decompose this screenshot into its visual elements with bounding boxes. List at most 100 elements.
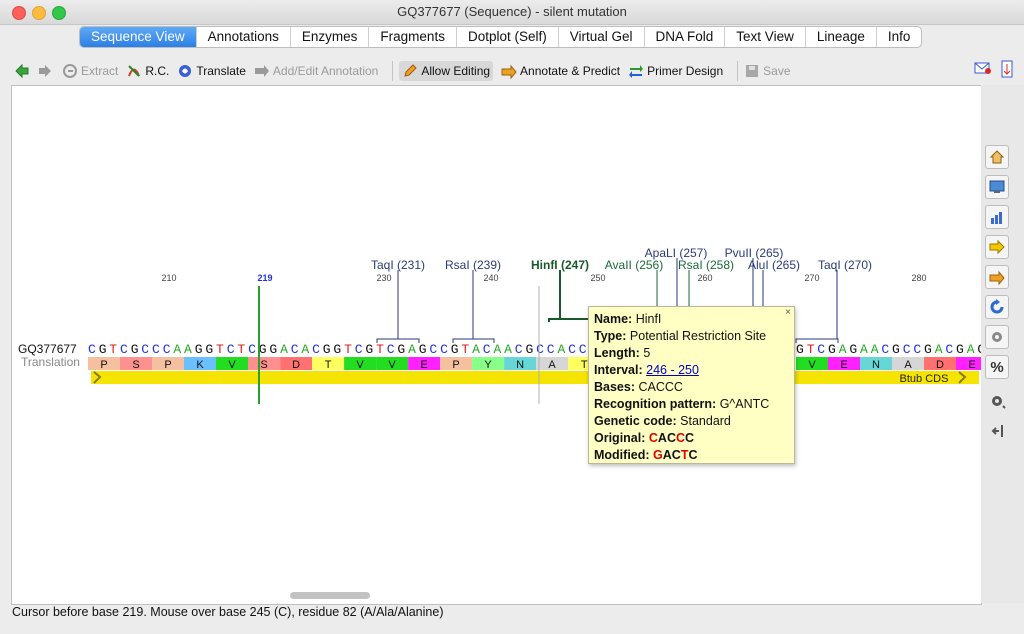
dna-base[interactable]: T — [109, 342, 117, 357]
annotate-predict-button[interactable]: Annotate & Predict — [501, 63, 620, 79]
dna-base[interactable]: A — [472, 342, 480, 357]
dna-base[interactable]: A — [494, 342, 502, 357]
extract-button[interactable]: Extract — [62, 63, 118, 79]
dna-base[interactable]: G — [419, 342, 427, 357]
tooltip-interval-link[interactable]: 246 - 250 — [646, 363, 699, 377]
tab-virtual-gel[interactable]: Virtual Gel — [559, 27, 645, 47]
tab-sequence-view[interactable]: Sequence View — [80, 27, 197, 47]
dna-base[interactable]: G — [365, 342, 373, 357]
dna-base[interactable]: G — [796, 342, 804, 357]
dna-base[interactable]: C — [903, 342, 911, 357]
back-button[interactable] — [14, 63, 33, 79]
dna-base[interactable]: C — [913, 342, 921, 357]
dna-base[interactable]: C — [515, 342, 523, 357]
tab-dna-fold[interactable]: DNA Fold — [645, 27, 726, 47]
reverse-complement-button[interactable]: R.C. — [126, 63, 169, 79]
sequence-canvas[interactable]: 210 219 230 240 250 260 270 280 TaqI (23… — [11, 85, 982, 605]
dna-base[interactable]: G — [397, 342, 405, 357]
dna-base[interactable]: G — [924, 342, 932, 357]
dna-base[interactable]: A — [558, 342, 566, 357]
add-edit-annotation-button[interactable]: Add/Edit Annotation — [254, 63, 378, 79]
dna-base[interactable]: G — [195, 342, 203, 357]
enzyme-label-rsai-258[interactable]: RsaI (258) — [678, 258, 734, 272]
tab-annotations[interactable]: Annotations — [197, 27, 291, 47]
annotate-icon[interactable] — [985, 265, 1009, 289]
dna-base[interactable]: C — [547, 342, 555, 357]
dna-base[interactable]: G — [99, 342, 107, 357]
tab-enzymes[interactable]: Enzymes — [291, 27, 370, 47]
primer-design-button[interactable]: Primer Design — [628, 63, 723, 79]
dna-base[interactable]: A — [839, 342, 847, 357]
enzyme-label-taqi-231[interactable]: TaqI (231) — [371, 258, 425, 272]
bar-chart-icon[interactable] — [985, 205, 1009, 229]
dna-base[interactable]: C — [355, 342, 363, 357]
dna-base[interactable]: T — [807, 342, 815, 357]
forward-button[interactable] — [37, 63, 56, 79]
dna-base[interactable]: T — [237, 342, 245, 357]
dna-base[interactable]: G — [205, 342, 213, 357]
dna-base[interactable]: G — [269, 342, 277, 357]
enzyme-label-rsai-239[interactable]: RsaI (239) — [445, 258, 501, 272]
dna-base[interactable]: C — [152, 342, 160, 357]
dna-base[interactable]: C — [429, 342, 437, 357]
dna-base[interactable]: G — [526, 342, 534, 357]
dna-base[interactable]: C — [945, 342, 953, 357]
dna-base[interactable]: C — [88, 342, 96, 357]
percent-icon[interactable]: % — [985, 355, 1009, 379]
dna-base[interactable]: G — [333, 342, 341, 357]
email-icon[interactable] — [974, 60, 992, 83]
dna-base[interactable]: G — [451, 342, 459, 357]
horizontal-scrollbar-thumb[interactable] — [290, 592, 370, 599]
dna-base[interactable]: A — [184, 342, 192, 357]
refresh-icon[interactable] — [985, 295, 1009, 319]
dna-base[interactable]: G — [849, 342, 857, 357]
enzyme-label-hinfi-247[interactable]: HinfI (247) — [531, 258, 589, 272]
dna-base[interactable]: A — [967, 342, 975, 357]
dna-base[interactable]: C — [141, 342, 149, 357]
dna-base[interactable]: T — [376, 342, 384, 357]
split-view-icon[interactable] — [1000, 60, 1016, 83]
dna-base[interactable]: G — [828, 342, 836, 357]
dna-bases-right[interactable]: GTCGAGAACGCCGACGAG — [796, 342, 981, 357]
tab-fragments[interactable]: Fragments — [369, 27, 457, 47]
dna-base[interactable]: G — [892, 342, 900, 357]
dna-base[interactable]: C — [387, 342, 395, 357]
dna-base[interactable]: C — [227, 342, 235, 357]
dna-base[interactable]: C — [579, 342, 587, 357]
dna-base[interactable]: C — [568, 342, 576, 357]
arrow-right-icon[interactable] — [985, 235, 1009, 259]
dna-base[interactable]: A — [860, 342, 868, 357]
dna-base[interactable]: A — [280, 342, 288, 357]
dna-base[interactable]: G — [323, 342, 331, 357]
monitor-icon[interactable] — [985, 175, 1009, 199]
tab-text-view[interactable]: Text View — [725, 27, 806, 47]
dna-base[interactable]: T — [461, 342, 469, 357]
cds-annotation[interactable]: Btub CDS — [91, 371, 979, 385]
dna-base[interactable]: T — [344, 342, 352, 357]
dna-base[interactable]: C — [881, 342, 889, 357]
tab-lineage[interactable]: Lineage — [806, 27, 877, 47]
dna-base[interactable]: C — [536, 342, 544, 357]
enzyme-label-taqi-270[interactable]: TaqI (270) — [818, 258, 872, 272]
settings-icon[interactable] — [985, 325, 1009, 349]
dna-base[interactable]: C — [248, 342, 256, 357]
dna-base[interactable]: A — [173, 342, 181, 357]
tab-dotplot[interactable]: Dotplot (Self) — [457, 27, 559, 47]
dna-base[interactable]: A — [935, 342, 943, 357]
dna-base[interactable]: C — [120, 342, 128, 357]
dna-base[interactable]: C — [440, 342, 448, 357]
dna-base[interactable]: C — [312, 342, 320, 357]
dna-base[interactable]: A — [408, 342, 416, 357]
allow-editing-button[interactable]: Allow Editing — [399, 61, 494, 81]
enzyme-label-alui-265[interactable]: AluI (265) — [748, 258, 800, 272]
dna-base[interactable]: A — [301, 342, 309, 357]
dna-bases-left[interactable]: CGTCGCCCAAGGTCTCGGACACGGTCGTCGAGCCGTACAA… — [88, 342, 587, 357]
enzyme-label-avaii-256[interactable]: AvaII (256) — [605, 258, 663, 272]
dna-base[interactable]: C — [817, 342, 825, 357]
collapse-panel-icon[interactable] — [990, 423, 1006, 444]
home-icon[interactable] — [985, 145, 1009, 169]
translate-button[interactable]: Translate — [177, 63, 246, 79]
dna-base[interactable]: G — [956, 342, 964, 357]
tooltip-close-icon[interactable]: × — [785, 307, 791, 318]
dna-base[interactable]: T — [216, 342, 224, 357]
